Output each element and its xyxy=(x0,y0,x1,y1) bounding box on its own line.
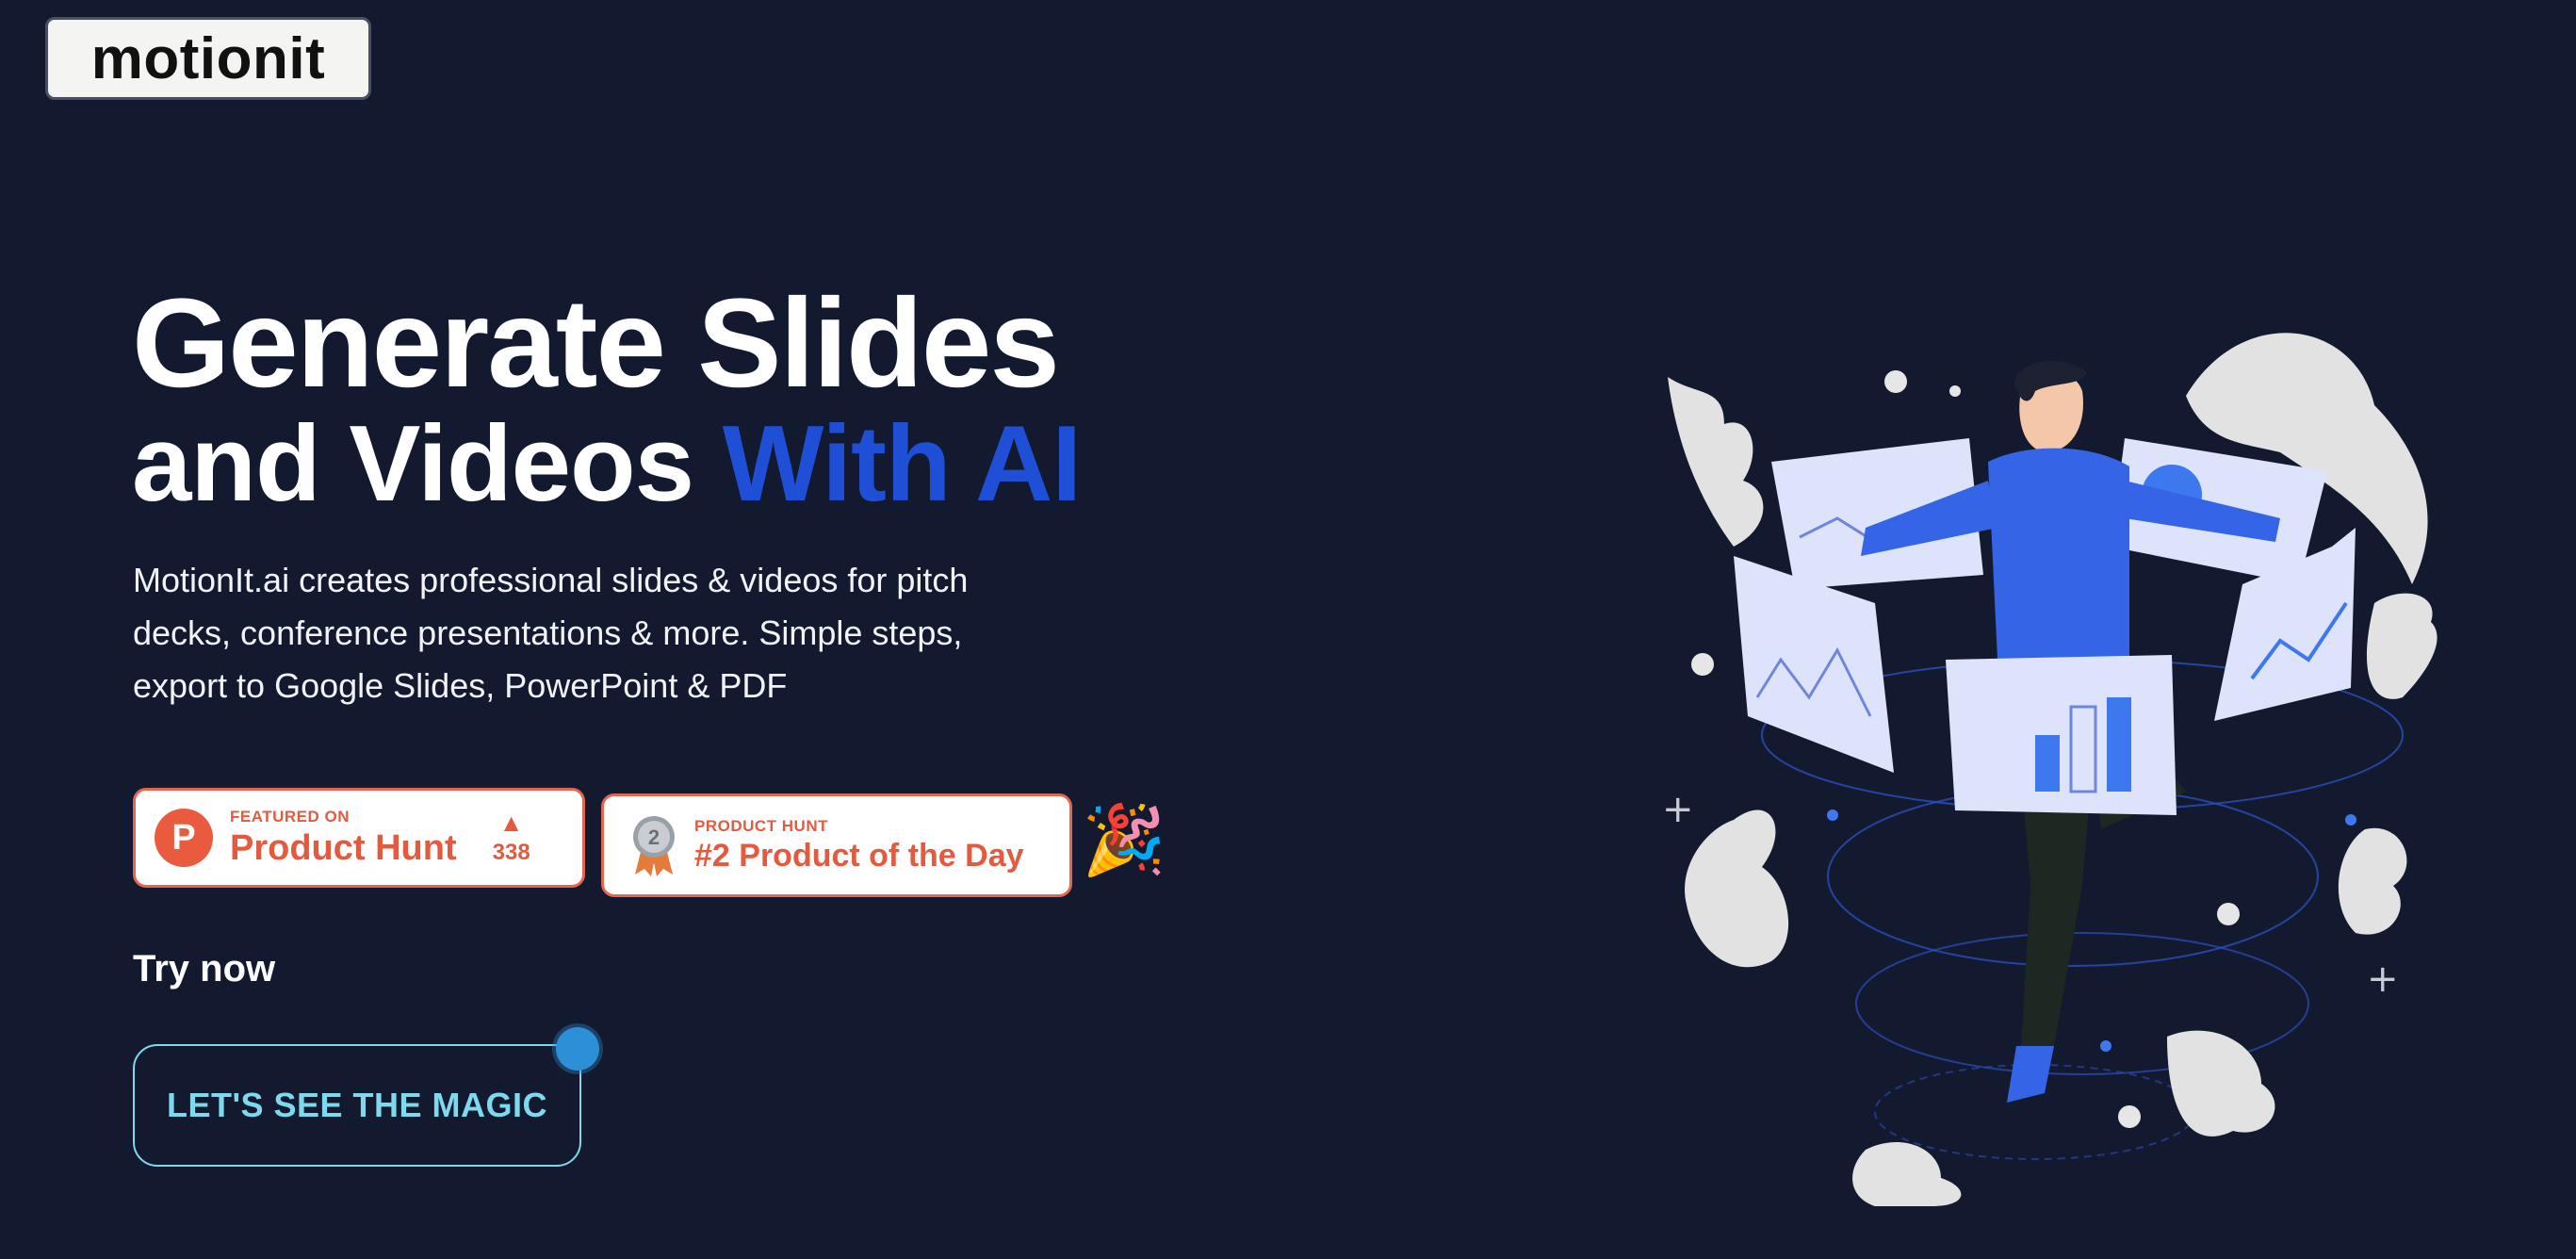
badge-title: Product Hunt xyxy=(230,827,457,868)
badge-text-group: FEATURED ON Product Hunt xyxy=(230,808,457,869)
potd-eyebrow: PRODUCT HUNT xyxy=(694,816,828,835)
upvote-count: 338 xyxy=(492,840,530,865)
upvote-arrow-icon: ▲ xyxy=(498,809,524,837)
see-the-magic-button[interactable]: LET'S SEE THE MAGIC xyxy=(133,1044,581,1167)
medal-rank: 2 xyxy=(648,826,660,849)
headline-accent-text: With AI xyxy=(722,404,1082,524)
silver-medal-icon: 2 xyxy=(630,812,677,878)
try-now-label: Try now xyxy=(133,948,276,989)
motionit-logo[interactable]: motionit xyxy=(45,17,371,100)
party-popper-icon: 🎉 xyxy=(1082,803,1166,878)
badge-eyebrow: FEATURED ON xyxy=(230,807,351,826)
hero-headline-line1: Generate Slides xyxy=(132,273,1060,414)
hero-headline-line2: and Videos With AI xyxy=(132,403,1082,526)
product-of-the-day-badge[interactable]: 2 PRODUCT HUNT #2 Product of the Day xyxy=(601,793,1072,897)
upvote-counter: ▲ 338 xyxy=(493,809,530,866)
product-hunt-featured-badge[interactable]: P FEATURED ON Product Hunt ▲ 338 xyxy=(133,788,585,888)
svg-text:+: + xyxy=(2367,957,2399,1001)
hero-illustration: + + xyxy=(1658,302,2459,1206)
cta-indicator-dot xyxy=(556,1027,599,1071)
hero-description: MotionIt.ai creates professional slides … xyxy=(133,561,969,705)
potd-title: #2 Product of the Day xyxy=(694,837,1024,874)
product-hunt-logo-icon: P xyxy=(155,809,213,867)
headline-plain-text: and Videos xyxy=(132,404,723,524)
potd-text-group: PRODUCT HUNT #2 Product of the Day xyxy=(694,817,1024,875)
logo-text: motionit xyxy=(90,25,326,91)
landing-page: motionit Generate Slides and Videos With… xyxy=(0,0,2576,1259)
svg-text:+: + xyxy=(1662,788,1694,831)
